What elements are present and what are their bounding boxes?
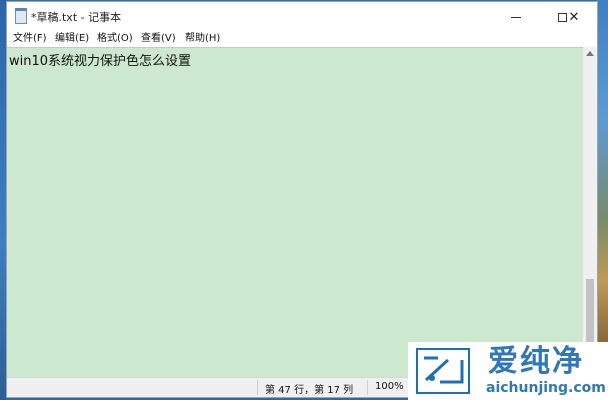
minimize-button[interactable] <box>493 2 539 32</box>
zoom-level: 100% <box>375 381 404 392</box>
minimize-icon <box>511 16 521 18</box>
editor-text: win10系统视力保护色怎么设置 <box>9 54 192 69</box>
window-title: *草稿.txt - 记事本 <box>31 11 122 24</box>
text-editor-area[interactable]: win10系统视力保护色怎么设置 <box>7 47 583 377</box>
menu-format[interactable]: 格式(O) <box>97 32 133 45</box>
menu-bar: 文件(F) 编辑(E) 格式(O) 查看(V) 帮助(H) <box>7 32 597 47</box>
menu-help[interactable]: 帮助(H) <box>185 32 220 45</box>
menu-view[interactable]: 查看(V) <box>141 32 176 45</box>
chevron-up-icon[interactable] <box>586 51 594 56</box>
watermark-logo-icon <box>416 348 470 394</box>
vertical-scrollbar[interactable] <box>583 47 597 377</box>
title-bar[interactable]: *草稿.txt - 记事本 ✕ <box>7 2 597 32</box>
notepad-icon <box>15 8 27 24</box>
notepad-window: *草稿.txt - 记事本 ✕ 文件(F) 编辑(E) 格式(O) 查看(V) … <box>6 1 598 398</box>
close-icon: ✕ <box>568 9 580 25</box>
status-divider <box>257 380 258 395</box>
status-divider <box>367 380 368 395</box>
watermark-brand-url: aichunjing.com <box>486 380 606 396</box>
watermark-brand-cn: 爱纯净 <box>488 344 584 379</box>
cursor-position: 第 47 行，第 17 列 <box>265 385 354 396</box>
menu-file[interactable]: 文件(F) <box>13 32 47 45</box>
site-watermark: 爱纯净 aichunjing.com <box>408 342 608 400</box>
menu-edit[interactable]: 编辑(E) <box>55 32 89 45</box>
close-button[interactable]: ✕ <box>551 2 597 32</box>
